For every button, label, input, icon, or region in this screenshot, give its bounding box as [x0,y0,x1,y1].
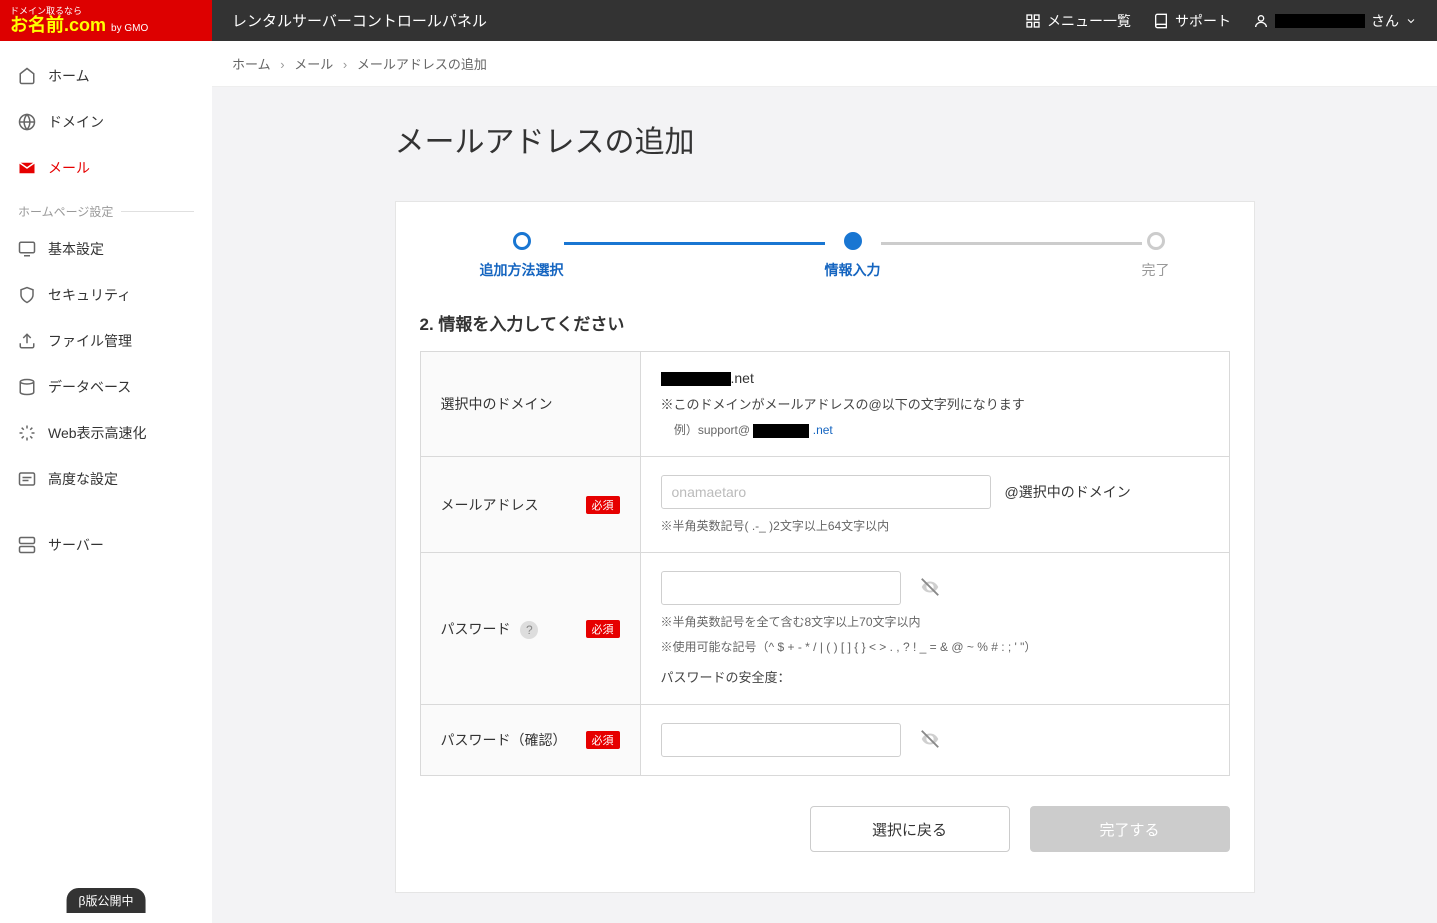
grid-icon [1025,13,1041,29]
globe-icon [18,113,36,131]
email-localpart-input[interactable] [661,475,991,509]
page-title: メールアドレスの追加 [395,117,1255,161]
breadcrumb-current: メールアドレスの追加 [357,57,487,72]
password-note-2: ※使用可能な記号（^ $ + - * / | ( ) [ ] { } < > .… [661,638,1209,655]
user-icon [1253,13,1269,29]
sidebar-item-label: ファイル管理 [48,331,132,351]
password-strength-label: パスワードの安全度： [661,667,1209,686]
sidebar-item-web-speed[interactable]: Web表示高速化 [0,410,212,456]
breadcrumb-mail[interactable]: メール [294,57,333,72]
email-note: ※半角英数記号( .-_ )2文字以上64文字以内 [661,517,1209,534]
step-2: 情報入力 [825,232,881,280]
mail-icon [18,159,36,177]
step-circle-icon [1147,232,1165,250]
selected-domain: .net [661,370,1209,386]
domain-note: ※このドメインがメールアドレスの@以下の文字列になります [661,394,1209,413]
menu-list-link[interactable]: メニュー一覧 [1025,11,1131,31]
step-circle-icon [513,232,531,250]
home-icon [18,67,36,85]
database-icon [18,378,36,396]
step-circle-icon [844,232,862,250]
sidebar-item-database[interactable]: データベース [0,364,212,410]
button-row: 選択に戻る 完了する [420,806,1230,852]
eye-off-icon [919,576,941,598]
step-1: 追加方法選択 [480,232,564,280]
sidebar-item-mail[interactable]: メール [0,145,212,191]
password-confirm-label: パスワード（確認） [441,730,567,750]
toggle-password-confirm-visibility-button[interactable] [915,724,945,757]
chevron-down-icon [1405,15,1417,27]
sidebar-item-label: サーバー [48,535,104,555]
sidebar: ホーム ドメイン メール ホームページ設定 基本設定 セキュリティ ファイル管理 [0,41,212,923]
sidebar-item-label: データベース [48,377,131,397]
user-menu[interactable]: さん [1253,11,1417,31]
logo-text: お名前.com by GMO [10,16,148,34]
required-badge: 必須 [586,731,620,749]
password-label: パスワード [441,621,511,637]
password-confirm-input[interactable] [661,723,901,757]
step-3: 完了 [1142,232,1170,280]
upload-icon [18,332,36,350]
toggle-password-visibility-button[interactable] [915,572,945,605]
sidebar-item-label: 高度な設定 [48,469,118,489]
domain-label: 選択中のドメイン [441,394,553,414]
required-badge: 必須 [586,620,620,638]
sidebar-item-file-manager[interactable]: ファイル管理 [0,318,212,364]
monitor-icon [18,240,36,258]
password-note-1: ※半角英数記号を全て含む8文字以上70文字以内 [661,613,1209,630]
domain-example: 例）support@ .net [661,421,1209,438]
breadcrumb: ホーム › メール › メールアドレスの追加 [212,41,1437,87]
sidebar-item-label: 基本設定 [48,239,104,259]
beta-badge[interactable]: β版公開中 [67,888,146,913]
breadcrumb-home[interactable]: ホーム [232,57,271,72]
sidebar-item-label: ホーム [48,66,90,86]
global-header: ドメイン取るなら お名前.com by GMO レンタルサーバーコントロールパネ… [0,0,1437,41]
header-title: レンタルサーバーコントロールパネル [212,0,1025,41]
book-icon [1153,13,1169,29]
logo[interactable]: ドメイン取るなら お名前.com by GMO [0,0,212,41]
shield-icon [18,286,36,304]
form-section-title: 2. 情報を入力してください [420,310,1230,335]
stepper: 追加方法選択 情報入力 完了 [480,232,1170,280]
password-input[interactable] [661,571,901,605]
domain-redacted [661,372,731,386]
sidebar-item-security[interactable]: セキュリティ [0,272,212,318]
header-menu: メニュー一覧 サポート さん [1025,0,1437,41]
username-redacted [1275,14,1365,28]
eye-off-icon [919,728,941,750]
speed-icon [18,424,36,442]
at-domain-text: @選択中のドメイン [1005,482,1131,502]
sidebar-item-label: セキュリティ [48,285,131,305]
email-label: メールアドレス [441,495,539,515]
sidebar-item-advanced[interactable]: 高度な設定 [0,456,212,502]
sidebar-item-label: メール [48,158,90,178]
sidebar-item-basic-settings[interactable]: 基本設定 [0,226,212,272]
main-content: ホーム › メール › メールアドレスの追加 メールアドレスの追加 追加方法選択… [212,41,1437,923]
help-icon[interactable]: ? [520,621,538,639]
back-button[interactable]: 選択に戻る [810,806,1010,852]
required-badge: 必須 [586,496,620,514]
submit-button[interactable]: 完了する [1030,806,1230,852]
sidebar-section-hp: ホームページ設定 [0,191,212,226]
form-panel: 追加方法選択 情報入力 完了 2. 情報を入力してください [395,201,1255,893]
sidebar-item-label: ドメイン [48,112,104,132]
sidebar-item-server[interactable]: サーバー [0,522,212,568]
server-icon [18,536,36,554]
support-link[interactable]: サポート [1153,11,1231,31]
settings-icon [18,470,36,488]
form-table: 選択中のドメイン .net ※このドメインがメールアドレスの@以下の文字列になり… [420,351,1230,776]
sidebar-item-domain[interactable]: ドメイン [0,99,212,145]
sidebar-item-label: Web表示高速化 [48,423,147,443]
sidebar-item-home[interactable]: ホーム [0,53,212,99]
